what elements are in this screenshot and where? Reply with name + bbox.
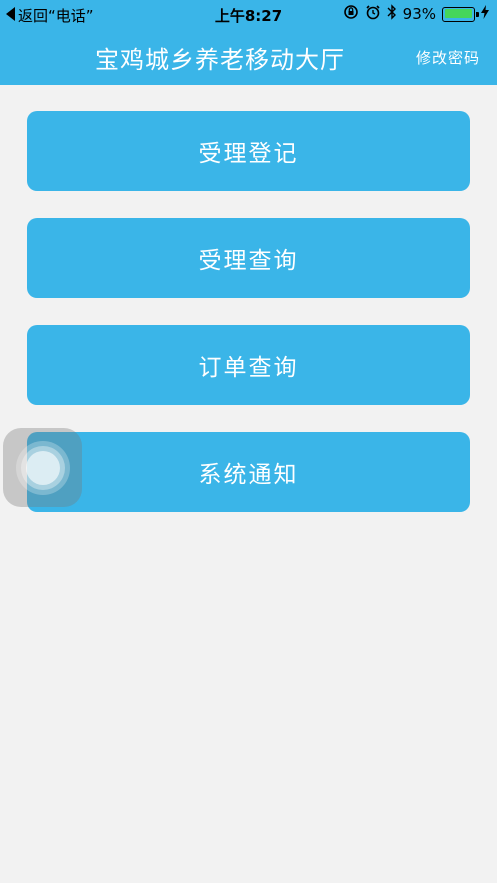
battery-level <box>444 9 472 18</box>
orientation-lock-icon <box>343 4 359 24</box>
assistive-touch-button[interactable] <box>3 428 82 507</box>
bluetooth-icon <box>387 4 397 24</box>
alarm-icon <box>365 4 381 24</box>
battery-icon <box>442 6 479 22</box>
main-menu: 受理登记 受理查询 订单查询 系统通知 <box>27 111 470 539</box>
menu-button-query[interactable]: 受理查询 <box>27 218 470 298</box>
menu-button-notifications[interactable]: 系统通知 <box>27 432 470 512</box>
change-password-button[interactable]: 修改密码 <box>416 47 480 68</box>
assistive-touch-icon <box>15 440 70 495</box>
charging-icon <box>481 5 489 23</box>
menu-button-register[interactable]: 受理登记 <box>27 111 470 191</box>
status-icons: 93% <box>343 4 489 24</box>
status-bar: 返回“电话” 上午8:27 93% <box>0 0 497 28</box>
battery-percent: 93% <box>402 5 436 23</box>
app-header: 返回“电话” 上午8:27 93% 宝鸡城乡养老移动大厅 修改密码 <box>0 0 497 85</box>
menu-button-order-query[interactable]: 订单查询 <box>27 325 470 405</box>
page-title: 宝鸡城乡养老移动大厅 <box>95 46 345 74</box>
